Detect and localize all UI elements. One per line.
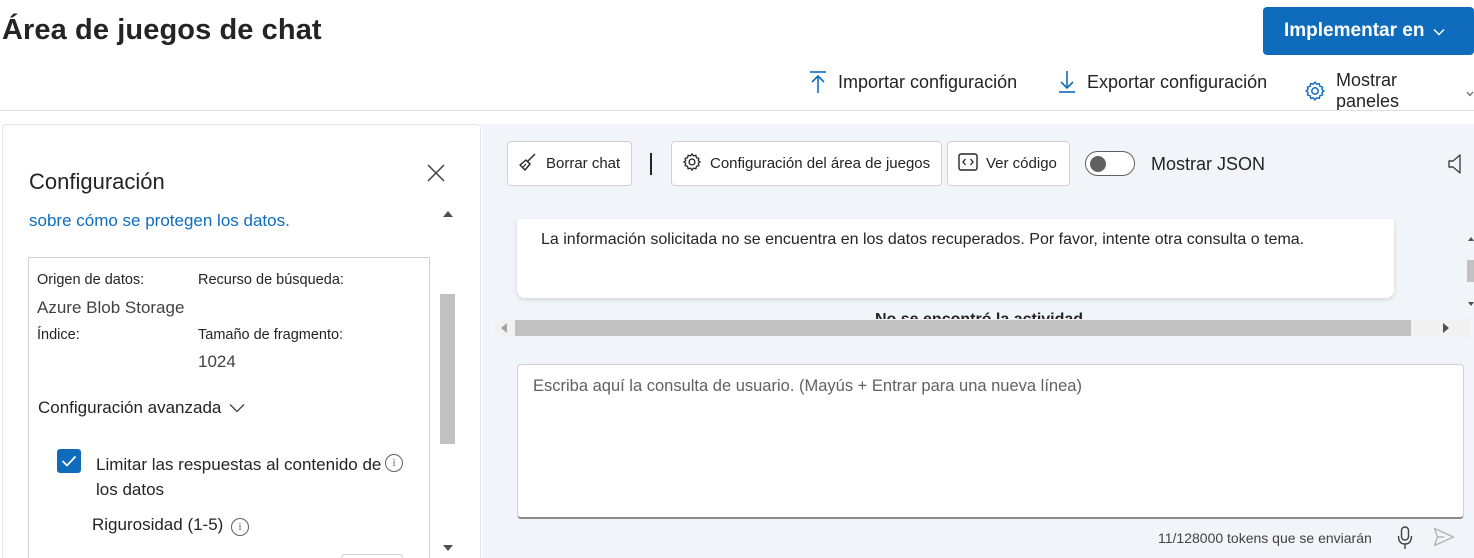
download-icon	[1057, 70, 1077, 94]
gear-icon	[1304, 80, 1326, 102]
page-title: Área de juegos de chat	[2, 14, 322, 46]
gear-icon	[682, 152, 702, 176]
deploy-button[interactable]: Implementar en	[1263, 7, 1474, 55]
chat-area: Borrar chat Configuración del área de ju…	[482, 124, 1474, 558]
assistant-message: La información solicitada no se encuentr…	[517, 219, 1394, 298]
scroll-down-arrow-icon[interactable]	[1468, 302, 1474, 306]
import-config-button[interactable]: Importar configuración	[808, 70, 1017, 94]
show-panels-label: Mostrar paneles	[1336, 70, 1400, 111]
assistant-message-text: La información solicitada no se encuentr…	[541, 231, 1305, 248]
horizontal-scrollbar[interactable]	[495, 319, 1469, 337]
close-icon[interactable]	[425, 162, 447, 184]
advanced-settings-label: Configuración avanzada	[38, 398, 222, 417]
view-code-label: Ver código	[986, 155, 1057, 172]
token-count: 11/128000 tokens que se enviarán	[1158, 530, 1372, 546]
chunk-size-value: 1024	[198, 352, 236, 371]
search-resource-label: Recurso de búsqueda:	[198, 272, 344, 288]
config-panel-title: Configuración	[29, 169, 165, 194]
export-config-button[interactable]: Exportar configuración	[1057, 70, 1267, 94]
info-icon[interactable]: i	[231, 518, 249, 536]
playground-settings-button[interactable]: Configuración del área de juegos	[671, 141, 942, 186]
scrollbar-thumb[interactable]	[515, 320, 1411, 336]
clear-chat-label: Borrar chat	[546, 155, 621, 172]
show-panels-button[interactable]: Mostrar paneles	[1304, 70, 1474, 112]
info-icon[interactable]: i	[385, 454, 403, 472]
message-scrollbar[interactable]	[1467, 232, 1474, 312]
chevron-down-icon	[1466, 81, 1474, 102]
limit-responses-label: Limitar las respuestas al contenido de l…	[96, 455, 382, 499]
import-config-label: Importar configuración	[838, 71, 1018, 92]
strictness-label: Rigurosidad (1-5)	[92, 515, 224, 534]
deploy-button-label: Implementar en	[1284, 20, 1425, 41]
data-source-label: Origen de datos:	[37, 272, 145, 288]
limit-responses-checkbox[interactable]	[57, 449, 81, 473]
toolbar-separator	[650, 153, 652, 175]
chevron-down-icon	[1433, 20, 1445, 42]
scroll-left-arrow-icon[interactable]	[501, 323, 507, 333]
scroll-up-arrow-icon[interactable]	[1468, 237, 1474, 241]
upload-icon	[808, 70, 828, 94]
data-privacy-link[interactable]: sobre cómo se protegen los datos.	[29, 211, 290, 231]
scrollbar-thumb[interactable]	[1467, 260, 1474, 282]
speaker-icon[interactable]	[1448, 153, 1462, 180]
user-query-input[interactable]	[517, 364, 1464, 519]
code-icon	[958, 152, 978, 175]
checkmark-icon	[61, 455, 77, 467]
send-icon[interactable]	[1433, 527, 1455, 552]
data-source-value: Azure Blob Storage	[37, 298, 185, 317]
scroll-up-arrow-icon[interactable]	[443, 211, 453, 217]
config-scrollbar[interactable]	[439, 208, 456, 553]
chunk-size-label: Tamaño de fragmento:	[198, 327, 344, 343]
scroll-down-arrow-icon[interactable]	[443, 545, 453, 551]
advanced-settings-toggle[interactable]: Configuración avanzada	[38, 398, 245, 418]
configuration-panel: Configuración sobre cómo se protegen los…	[2, 124, 481, 558]
chevron-down-icon	[229, 398, 245, 418]
scrollbar-thumb[interactable]	[440, 294, 455, 444]
header-divider	[0, 110, 1474, 111]
toggle-knob	[1090, 155, 1106, 172]
broom-icon	[518, 152, 538, 176]
export-config-label: Exportar configuración	[1087, 71, 1268, 92]
show-json-label: Mostrar JSON	[1151, 154, 1266, 174]
clear-chat-button[interactable]: Borrar chat	[507, 141, 632, 186]
data-source-summary: Origen de datos: Recurso de búsqueda: Az…	[28, 257, 430, 558]
view-code-button[interactable]: Ver código	[947, 141, 1070, 186]
scroll-right-arrow-icon[interactable]	[1443, 323, 1449, 333]
show-json-toggle[interactable]	[1085, 151, 1135, 176]
playground-settings-label: Configuración del área de juegos	[710, 155, 931, 172]
microphone-icon[interactable]	[1397, 526, 1413, 555]
strictness-input[interactable]	[341, 554, 403, 558]
index-label: Índice:	[37, 327, 80, 343]
